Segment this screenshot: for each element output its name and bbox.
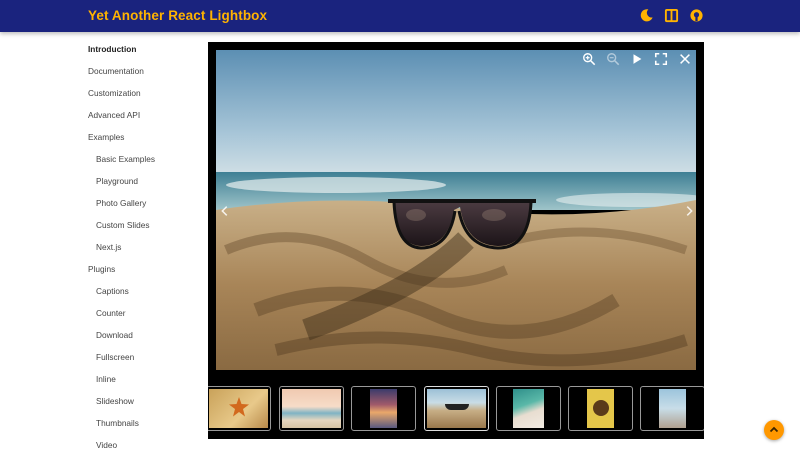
sidebar-item-slideshow[interactable]: Slideshow <box>96 396 134 406</box>
thumbnails-track <box>208 384 704 434</box>
thumbnail-sunflower-person[interactable] <box>568 386 633 431</box>
thumbnail-beach-sunset[interactable] <box>279 386 344 431</box>
header-actions <box>639 8 704 23</box>
scroll-to-top-button[interactable] <box>764 420 784 440</box>
github-icon[interactable] <box>689 8 704 23</box>
sidebar-item-thumbnails[interactable]: Thumbnails <box>96 418 139 428</box>
sidebar-item-advanced-api[interactable]: Advanced API <box>88 110 140 120</box>
fullscreen-icon[interactable] <box>654 52 668 66</box>
theme-toggle-icon[interactable] <box>639 8 654 23</box>
zoom-out-icon[interactable] <box>606 52 620 66</box>
docs-book-icon[interactable] <box>664 8 679 23</box>
play-icon[interactable] <box>630 52 644 66</box>
sidebar-item-documentation[interactable]: Documentation <box>88 66 144 76</box>
sidebar-item-video[interactable]: Video <box>96 440 117 450</box>
thumbnail-aerial-beach[interactable] <box>496 386 561 431</box>
sidebar-item-custom-slides[interactable]: Custom Slides <box>96 220 150 230</box>
starfish-icon <box>229 397 249 417</box>
thumbnail-sunglasses-on-sand[interactable] <box>424 386 489 431</box>
sidebar-item-playground[interactable]: Playground <box>96 176 138 186</box>
zoom-in-icon[interactable] <box>582 52 596 66</box>
next-arrow-icon[interactable] <box>682 204 696 218</box>
previous-arrow-icon[interactable] <box>218 204 232 218</box>
sidebar-item-counter[interactable]: Counter <box>96 308 126 318</box>
close-icon[interactable] <box>678 52 692 66</box>
thumbnail-dusk-shore[interactable] <box>351 386 416 431</box>
app-bar: Yet Another React Lightbox <box>0 0 800 32</box>
sidebar-item-introduction[interactable]: Introduction <box>88 44 136 54</box>
sidebar-item-plugins[interactable]: Plugins <box>88 264 115 274</box>
sidebar-item-captions[interactable]: Captions <box>96 286 129 296</box>
sidebar-item-fullscreen[interactable]: Fullscreen <box>96 352 134 362</box>
lightbox-toolbar <box>582 52 692 66</box>
thumbnail-pier-portrait[interactable] <box>640 386 704 431</box>
sidebar-nav: Introduction Documentation Customization… <box>0 32 200 453</box>
sidebar-item-examples[interactable]: Examples <box>88 132 124 142</box>
thumbnail-starfish[interactable] <box>208 386 271 431</box>
sidebar-item-nextjs[interactable]: Next.js <box>96 242 121 252</box>
sidebar-item-inline[interactable]: Inline <box>96 374 116 384</box>
sidebar-item-download[interactable]: Download <box>96 330 133 340</box>
lightbox-slide-image[interactable] <box>216 50 696 370</box>
sidebar-item-customization[interactable]: Customization <box>88 88 141 98</box>
beach-sunglasses-photo <box>216 50 696 370</box>
sidebar-item-basic-examples[interactable]: Basic Examples <box>96 154 155 164</box>
app-title[interactable]: Yet Another React Lightbox <box>88 8 267 23</box>
sidebar-item-photo-gallery[interactable]: Photo Gallery <box>96 198 146 208</box>
chevron-up-icon <box>769 426 779 433</box>
